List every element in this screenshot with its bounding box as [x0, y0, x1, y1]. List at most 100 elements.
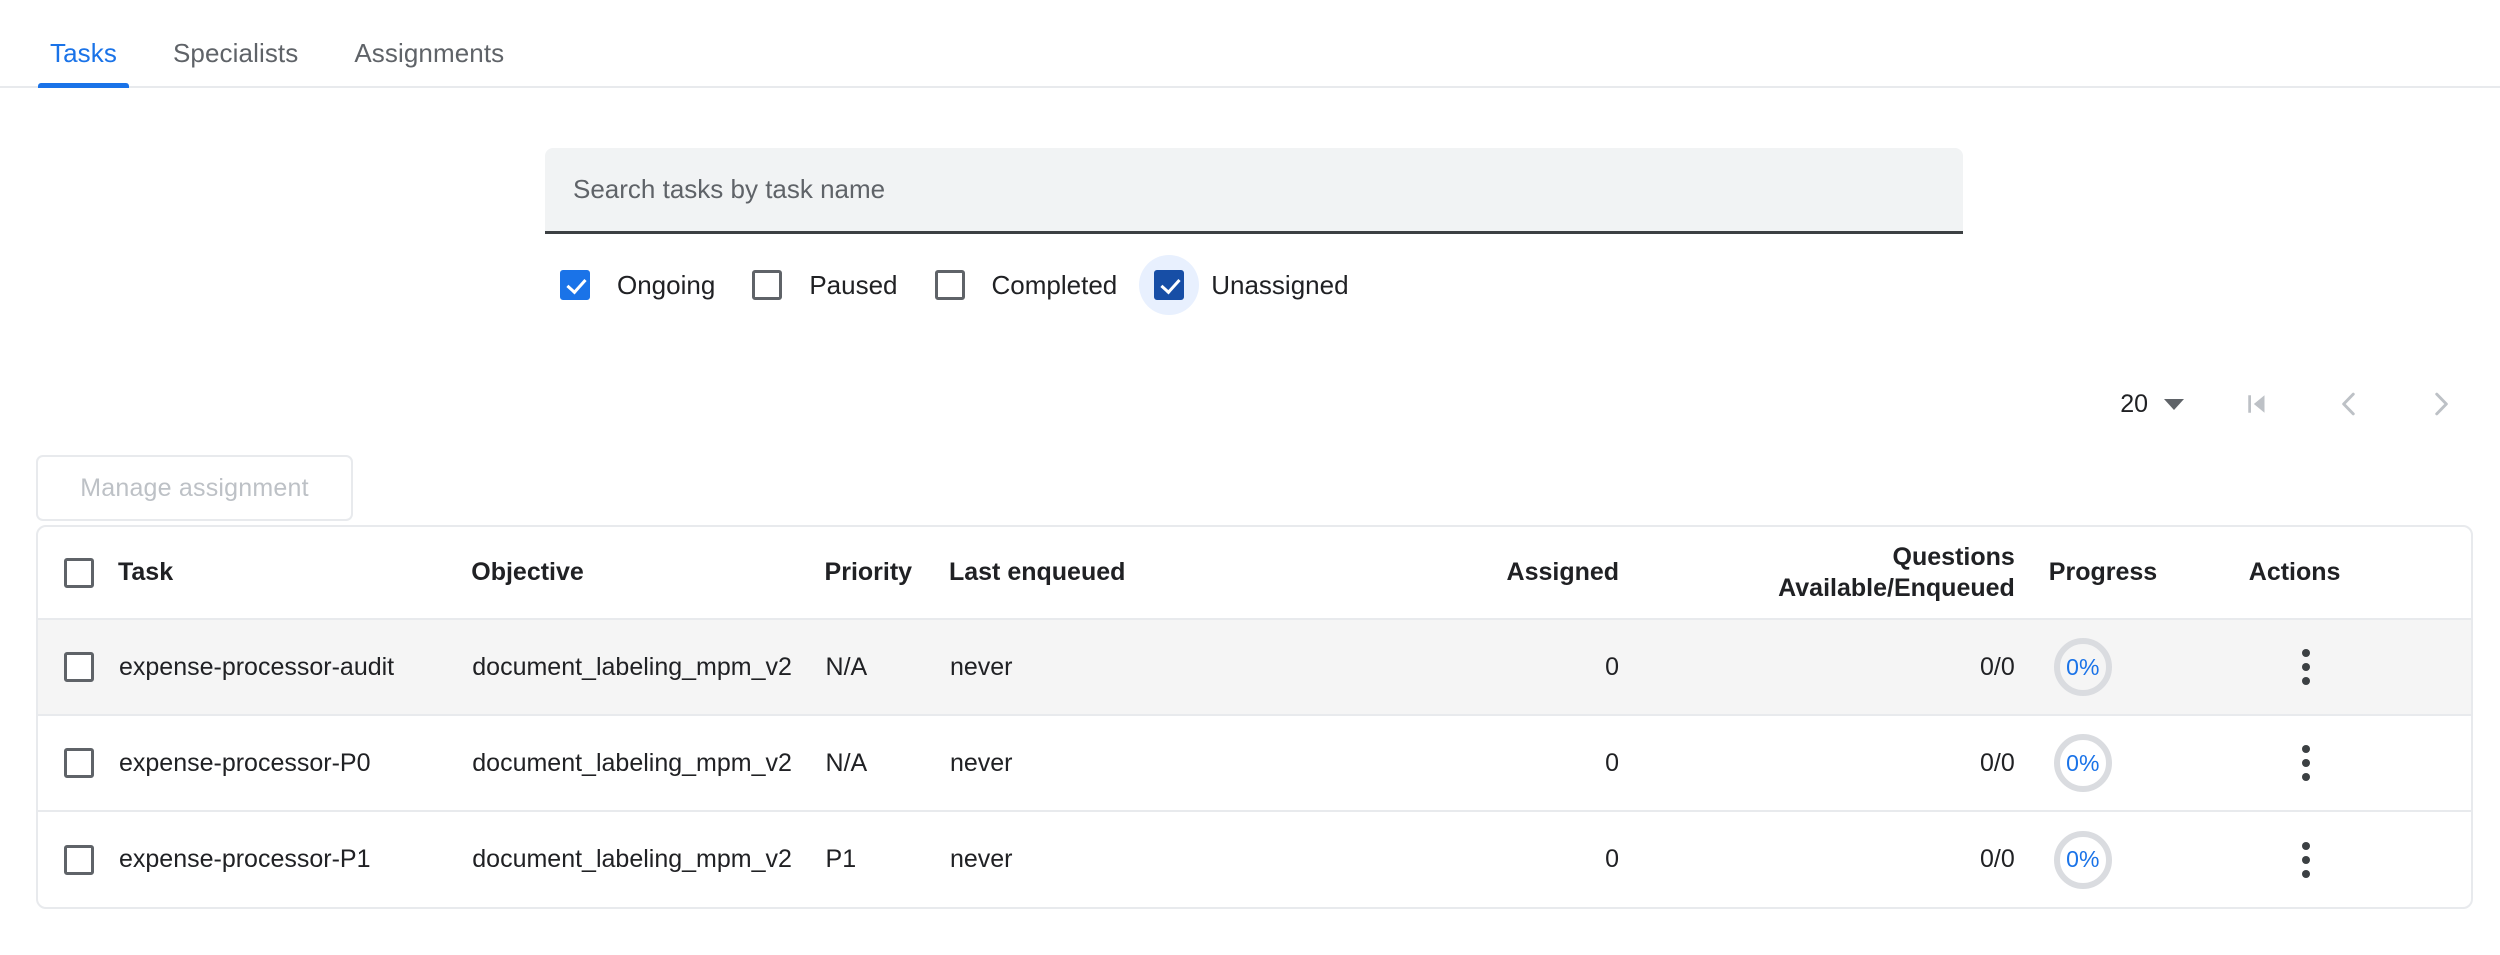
tab-assignments[interactable]: Assignments [338, 40, 520, 88]
row-actions-menu-icon[interactable] [2278, 639, 2334, 695]
kebab-dot-2 [2302, 856, 2310, 864]
cell-assigned: 0 [1304, 715, 1671, 811]
cell-questions: 0/0 [1671, 619, 2049, 715]
progress-ring: 0% [2054, 831, 2112, 889]
header-assigned[interactable]: Assigned [1304, 527, 1671, 619]
cell-questions: 0/0 [1671, 715, 2049, 811]
header-questions-line1: Questions [1671, 542, 2015, 573]
chevron-left-icon [2333, 388, 2365, 420]
filter-label-unassigned: Unassigned [1211, 270, 1348, 301]
header-objective[interactable]: Objective [471, 527, 824, 619]
kebab-dot-1 [2302, 649, 2310, 657]
cell-last-enqueued: never [949, 811, 1305, 907]
checkbox-completed[interactable] [935, 270, 965, 300]
page-size-value: 20 [2120, 390, 2148, 419]
progress-ring: 0% [2054, 734, 2112, 792]
search-input[interactable] [545, 148, 1963, 234]
header-questions-line2: Available/Enqueued [1671, 573, 2015, 604]
filter-label-paused: Paused [809, 270, 897, 301]
filter-ongoing[interactable]: Ongoing [545, 255, 715, 315]
row-checkbox[interactable] [64, 845, 94, 875]
filter-label-ongoing: Ongoing [617, 270, 715, 301]
cell-priority: P1 [825, 811, 949, 907]
row-checkbox[interactable] [64, 748, 94, 778]
cell-questions: 0/0 [1671, 811, 2049, 907]
tab-specialists[interactable]: Specialists [157, 40, 314, 88]
kebab-dot-2 [2302, 663, 2310, 671]
search-container [545, 148, 1963, 236]
header-progress[interactable]: Progress [2049, 527, 2249, 619]
row-actions-menu-icon[interactable] [2278, 832, 2334, 888]
cell-objective: document_labeling_mpm_v2 [471, 811, 824, 907]
row-checkbox[interactable] [64, 652, 94, 682]
row-select-cell [38, 715, 118, 811]
cell-assigned: 0 [1304, 619, 1671, 715]
next-page-button[interactable] [2410, 380, 2472, 428]
tasks-table-card: Task Objective Priority Last enqueued As… [36, 525, 2473, 909]
filter-completed[interactable]: Completed [920, 255, 1118, 315]
table-row[interactable]: expense-processor-P1 document_labeling_m… [38, 811, 2471, 907]
page-size-selector[interactable]: 20 [2120, 390, 2184, 419]
kebab-dot-3 [2302, 870, 2310, 878]
row-select-cell [38, 811, 118, 907]
cell-progress: 0% [2049, 811, 2249, 907]
chevron-down-icon [2164, 399, 2184, 410]
table-body: expense-processor-audit document_labelin… [38, 619, 2471, 907]
tab-list: Tasks Specialists Assignments [0, 0, 2500, 88]
table-row[interactable]: expense-processor-P0 document_labeling_m… [38, 715, 2471, 811]
first-page-icon [2242, 389, 2272, 419]
checkbox-ongoing[interactable] [560, 270, 590, 300]
header-priority[interactable]: Priority [825, 527, 949, 619]
cell-last-enqueued: never [949, 619, 1305, 715]
row-select-cell [38, 619, 118, 715]
cell-priority: N/A [825, 619, 949, 715]
tab-tasks[interactable]: Tasks [34, 40, 133, 88]
cell-task: expense-processor-audit [118, 619, 471, 715]
header-select-all [38, 527, 118, 619]
previous-page-button[interactable] [2318, 380, 2380, 428]
table-header-row: Task Objective Priority Last enqueued As… [38, 527, 2471, 619]
cell-actions [2249, 811, 2471, 907]
checkbox-ripple-paused [737, 255, 797, 315]
cell-task: expense-processor-P1 [118, 811, 471, 907]
cell-task: expense-processor-P0 [118, 715, 471, 811]
kebab-dot-2 [2302, 759, 2310, 767]
kebab-dot-3 [2302, 773, 2310, 781]
progress-value: 0% [2066, 750, 2099, 777]
checkbox-ripple-ongoing [545, 255, 605, 315]
filter-paused[interactable]: Paused [737, 255, 897, 315]
header-task[interactable]: Task [118, 527, 471, 619]
checkbox-paused[interactable] [752, 270, 782, 300]
checkbox-unassigned[interactable] [1154, 270, 1184, 300]
progress-value: 0% [2066, 846, 2099, 873]
checkbox-ripple-completed [920, 255, 980, 315]
header-last-enqueued[interactable]: Last enqueued [949, 527, 1305, 619]
manage-assignment-button[interactable]: Manage assignment [36, 455, 353, 521]
cell-assigned: 0 [1304, 811, 1671, 907]
top-tab-bar: Tasks Specialists Assignments [0, 0, 2500, 88]
first-page-button[interactable] [2226, 380, 2288, 428]
kebab-dot-1 [2302, 842, 2310, 850]
table-row[interactable]: expense-processor-audit document_labelin… [38, 619, 2471, 715]
progress-ring: 0% [2054, 638, 2112, 696]
cell-actions [2249, 619, 2471, 715]
kebab-dot-3 [2302, 677, 2310, 685]
cell-objective: document_labeling_mpm_v2 [471, 619, 824, 715]
filter-unassigned[interactable]: Unassigned [1139, 255, 1348, 315]
filter-label-completed: Completed [992, 270, 1118, 301]
header-questions[interactable]: Questions Available/Enqueued [1671, 527, 2049, 619]
progress-value: 0% [2066, 654, 2099, 681]
table-header: Task Objective Priority Last enqueued As… [38, 527, 2471, 619]
cell-last-enqueued: never [949, 715, 1305, 811]
tasks-table: Task Objective Priority Last enqueued As… [38, 527, 2471, 907]
header-actions: Actions [2249, 527, 2471, 619]
pagination-controls: 20 [2120, 380, 2472, 428]
cell-progress: 0% [2049, 715, 2249, 811]
select-all-checkbox[interactable] [64, 558, 94, 588]
chevron-right-icon [2425, 388, 2457, 420]
checkbox-ripple-unassigned [1139, 255, 1199, 315]
status-filter-group: Ongoing Paused Completed Unassigned [545, 255, 1371, 315]
cell-progress: 0% [2049, 619, 2249, 715]
row-actions-menu-icon[interactable] [2278, 735, 2334, 791]
cell-actions [2249, 715, 2471, 811]
